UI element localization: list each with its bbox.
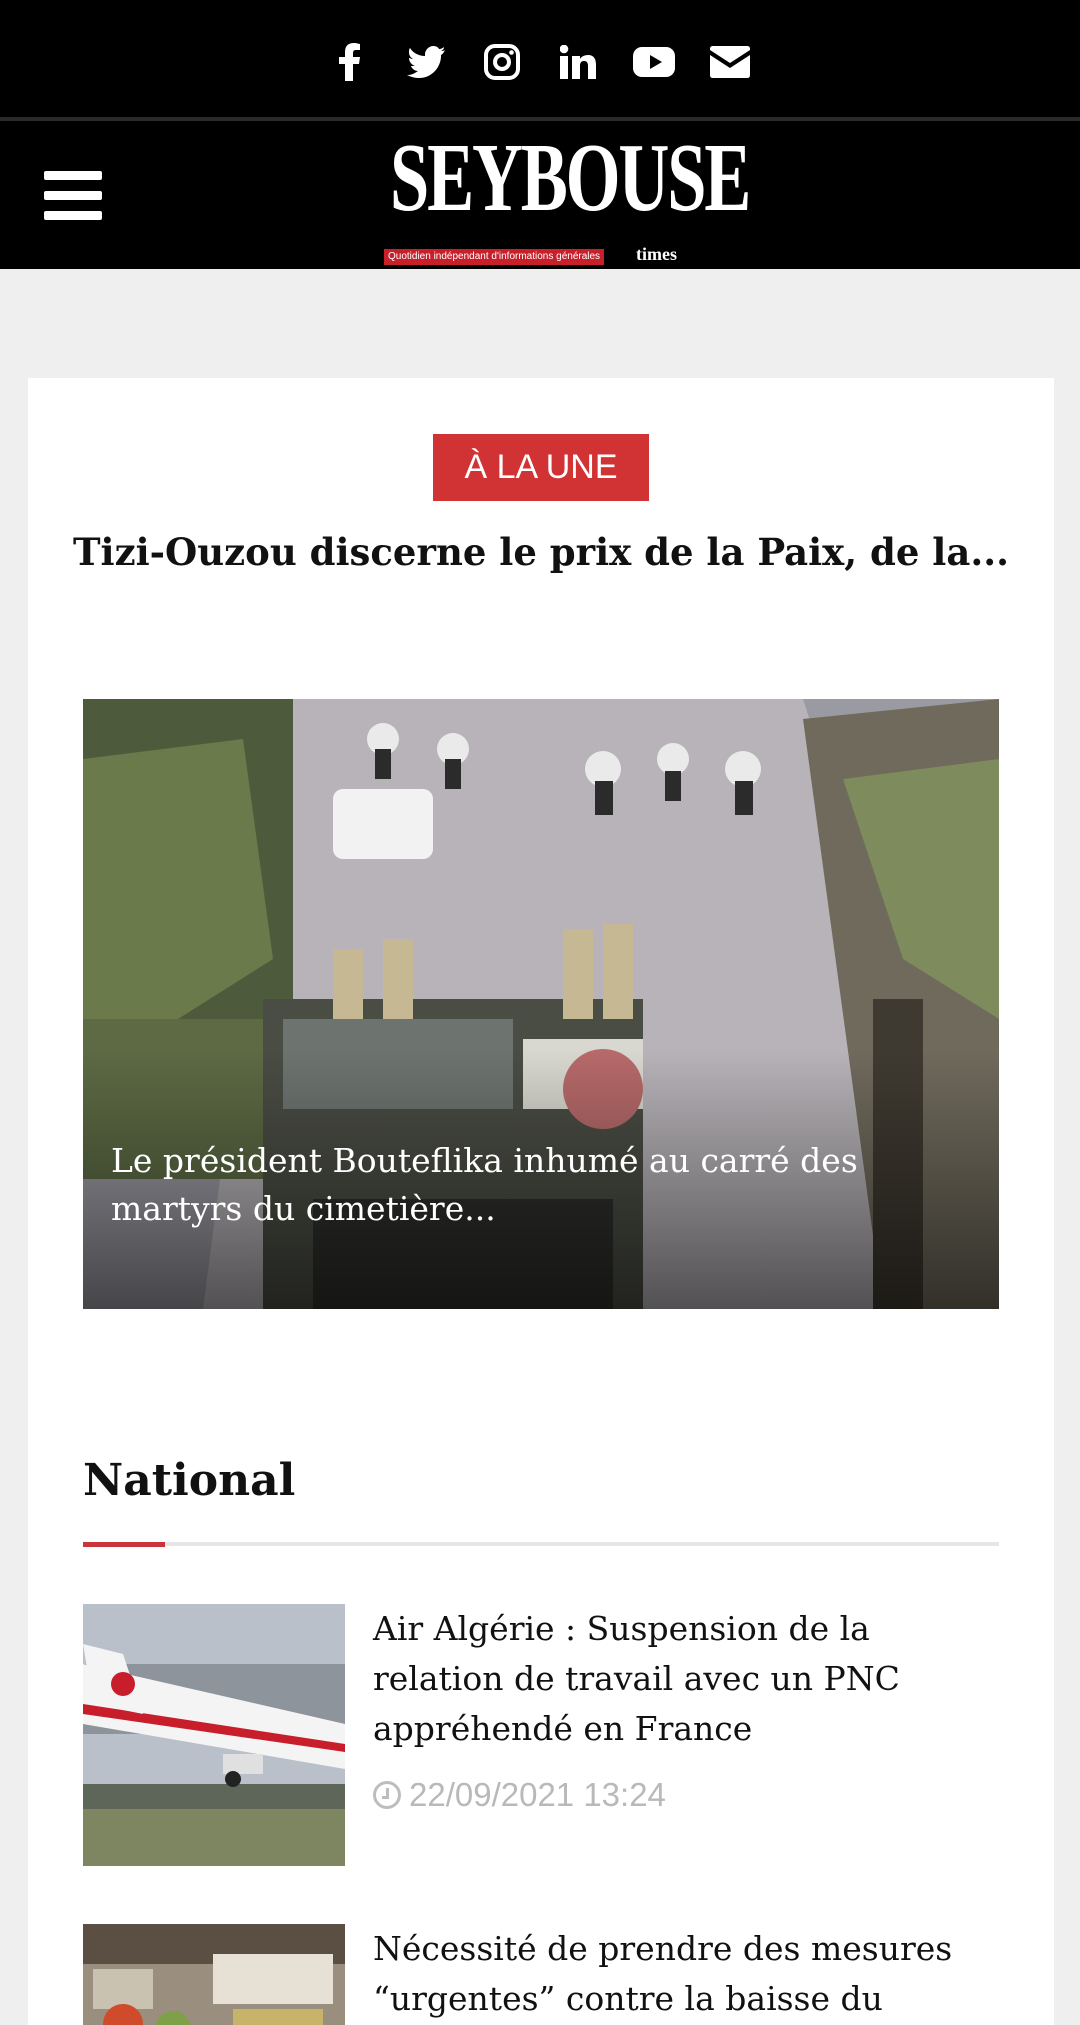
logo-tagline: Quotidien indépendant d'informations gén… (384, 249, 605, 265)
article-date-text: 22/09/2021 13:24 (409, 1776, 666, 1813)
hero-caption[interactable]: Le président Bouteflika inhumé au carré … (111, 1137, 911, 1233)
site-header: SEYBOUSE Quotidien indépendant d'informa… (0, 121, 1080, 269)
article-thumbnail[interactable] (83, 1604, 345, 1866)
section-title-national[interactable]: National (83, 1455, 295, 1506)
social-bar (0, 0, 1080, 117)
airplane-image (83, 1604, 345, 1866)
list-item[interactable]: Air Algérie : Suspension de la relation … (83, 1604, 999, 1866)
article-date: 22/09/2021 13:24 (373, 1776, 666, 1814)
twitter-icon[interactable] (403, 39, 449, 85)
logo-word: SEYBOUSE (390, 124, 751, 232)
featured-badge: À LA UNE (433, 434, 649, 501)
instagram-icon[interactable] (479, 39, 525, 85)
list-item[interactable]: Nécessité de prendre des mesures “urgent… (83, 1924, 999, 2025)
article-title[interactable]: Nécessité de prendre des mesures “urgent… (373, 1924, 999, 2024)
youtube-icon[interactable] (631, 39, 677, 85)
site-logo[interactable]: SEYBOUSE Quotidien indépendant d'informa… (384, 129, 751, 265)
article-thumbnail[interactable] (83, 1924, 345, 2025)
section-rule-accent (83, 1542, 165, 1547)
featured-headline[interactable]: Tizi-Ouzou discerne le prix de la Paix, … (28, 530, 1054, 574)
hamburger-icon[interactable] (44, 171, 104, 221)
clock-icon (373, 1781, 401, 1809)
linkedin-icon[interactable] (555, 39, 601, 85)
main-card: À LA UNE Tizi-Ouzou discerne le prix de … (28, 378, 1054, 2025)
article-title[interactable]: Air Algérie : Suspension de la relation … (373, 1604, 999, 1754)
hero-article[interactable]: Le président Bouteflika inhumé au carré … (83, 699, 999, 1309)
section-rule (83, 1542, 999, 1546)
logo-suffix: times (636, 244, 677, 264)
market-image (83, 1924, 345, 2025)
facebook-icon[interactable] (327, 39, 373, 85)
email-icon[interactable] (707, 39, 753, 85)
